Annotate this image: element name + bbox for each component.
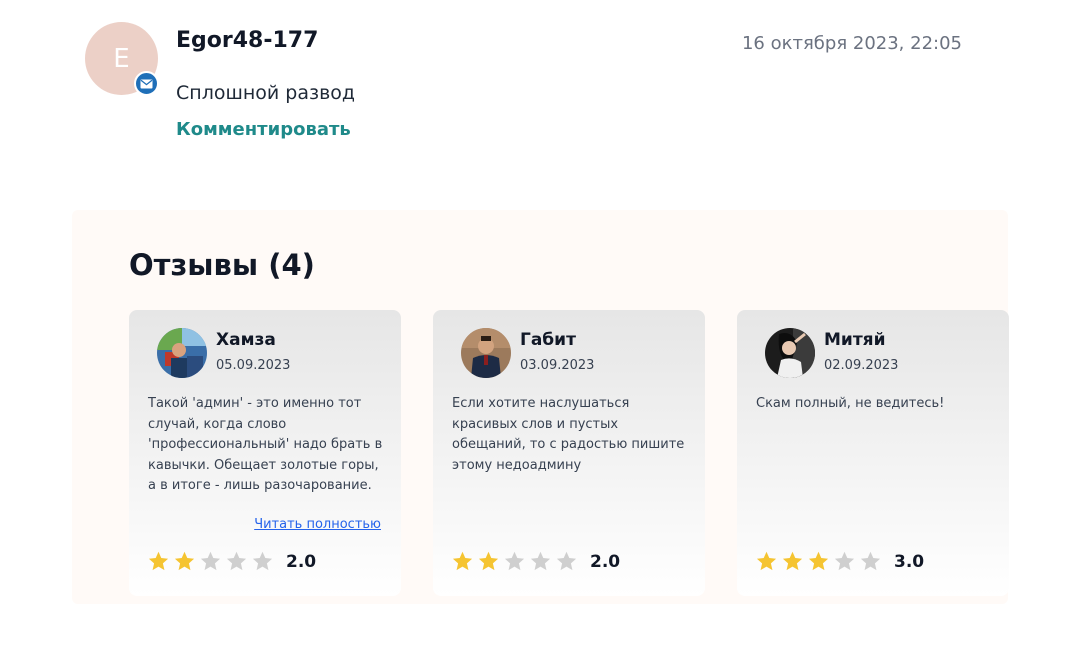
reviewer-name: Митяй <box>824 330 886 350</box>
star-filled-icon <box>782 551 803 571</box>
star-empty-icon <box>200 551 221 571</box>
review-text: Такой 'админ' - это именно тот случай, к… <box>148 396 383 493</box>
star-filled-icon <box>174 551 195 571</box>
mail-icon <box>134 71 159 96</box>
star-empty-icon <box>556 551 577 571</box>
rating-stars <box>755 550 882 573</box>
rating-stars <box>451 550 578 573</box>
reviewer-name: Габит <box>520 330 576 350</box>
star-empty-icon <box>530 551 551 571</box>
star-empty-icon <box>504 551 525 571</box>
star-filled-icon <box>808 551 829 571</box>
star-filled-icon <box>478 551 499 571</box>
reviews-section: Отзывы (4) Хамза 05.09.2023 Такой 'админ… <box>72 210 1009 604</box>
star-filled-icon <box>452 551 473 571</box>
comment-block: E Egor48-177 16 октября 2023, 22:05 Спло… <box>0 0 1080 180</box>
review-card: Хамза 05.09.2023 Такой 'админ' - это име… <box>129 310 401 596</box>
rating-stars <box>147 550 274 573</box>
review-card: Митяй 02.09.2023 Скам полный, не ведитес… <box>737 310 1009 596</box>
reply-link[interactable]: Комментировать <box>176 119 351 140</box>
reviewer-avatar <box>157 328 207 378</box>
comment-username[interactable]: Egor48-177 <box>176 28 318 53</box>
read-more-link[interactable]: Читать полностью <box>254 517 381 532</box>
star-empty-icon <box>860 551 881 571</box>
reviews-title: Отзывы (4) <box>129 248 315 282</box>
reviewer-avatar <box>765 328 815 378</box>
star-empty-icon <box>834 551 855 571</box>
review-date: 02.09.2023 <box>824 358 899 373</box>
avatar-letter: E <box>113 43 130 74</box>
review-text: Скам полный, не ведитесь! <box>756 396 945 411</box>
star-filled-icon <box>148 551 169 571</box>
star-filled-icon <box>756 551 777 571</box>
rating-value: 2.0 <box>286 552 317 572</box>
star-empty-icon <box>252 551 273 571</box>
comment-date: 16 октября 2023, 22:05 <box>741 33 962 54</box>
comment-text: Сплошной развод <box>176 82 356 104</box>
review-date: 05.09.2023 <box>216 358 291 373</box>
reviewer-avatar <box>461 328 511 378</box>
review-card: Габит 03.09.2023 Если хотите наслушаться… <box>433 310 705 596</box>
rating-value: 2.0 <box>590 552 621 572</box>
review-text: Если хотите наслушаться красивых слов и … <box>452 396 685 473</box>
rating-value: 3.0 <box>894 552 925 572</box>
star-empty-icon <box>226 551 247 571</box>
review-date: 03.09.2023 <box>520 358 595 373</box>
reviewer-name: Хамза <box>216 330 276 350</box>
